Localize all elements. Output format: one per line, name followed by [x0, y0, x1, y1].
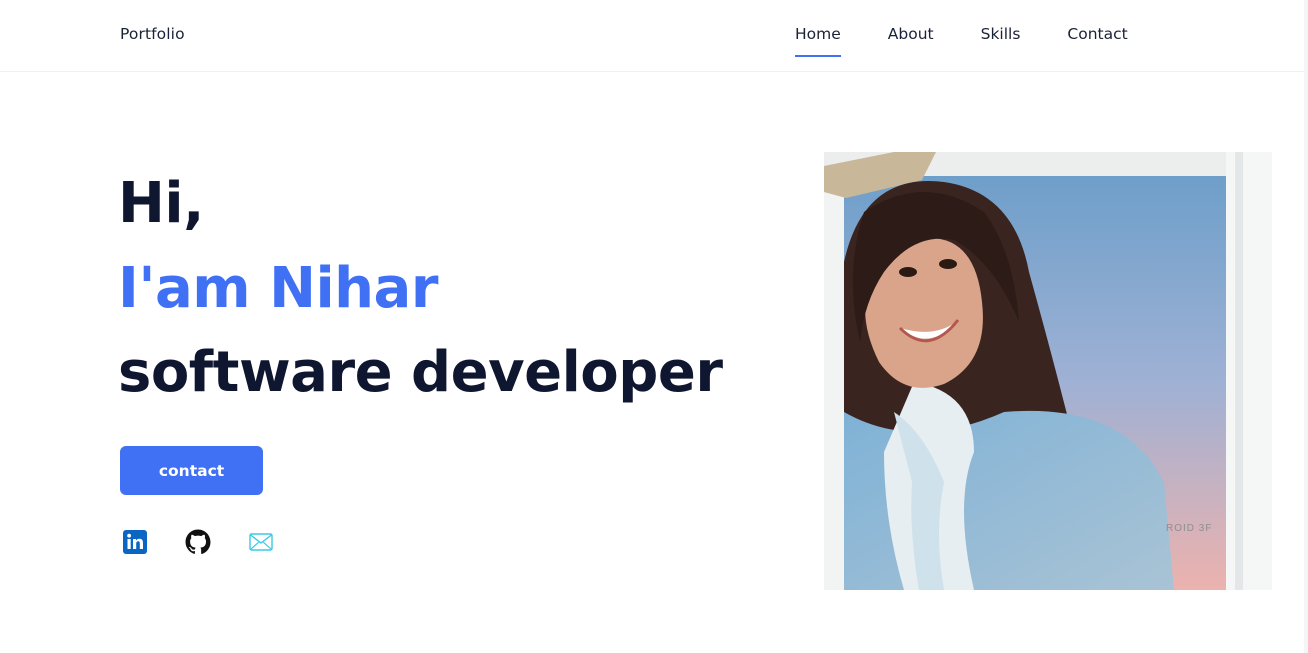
- site-header: Portfolio Home About Skills Contact: [0, 0, 1308, 72]
- github-icon[interactable]: [185, 529, 211, 555]
- hero-role: software developer: [118, 340, 723, 405]
- hero-name: I'am Nihar: [118, 256, 438, 321]
- profile-photo: ROID 3F: [824, 152, 1272, 590]
- site-logo[interactable]: Portfolio: [120, 25, 185, 43]
- mail-icon[interactable]: [248, 529, 274, 555]
- hero-greeting: Hi,: [118, 171, 204, 236]
- contact-button[interactable]: contact: [120, 446, 263, 495]
- page-scrollbar[interactable]: [1304, 0, 1308, 653]
- nav-link-contact[interactable]: Contact: [1067, 25, 1127, 43]
- nav-link-skills[interactable]: Skills: [981, 25, 1021, 43]
- nav-link-home[interactable]: Home: [795, 25, 841, 57]
- linkedin-icon[interactable]: [122, 529, 148, 555]
- nav-link-about[interactable]: About: [888, 25, 934, 43]
- main-nav: Home About Skills Contact: [795, 25, 1175, 57]
- social-links: [122, 529, 311, 555]
- photo-frame-text: ROID 3F: [1166, 523, 1212, 534]
